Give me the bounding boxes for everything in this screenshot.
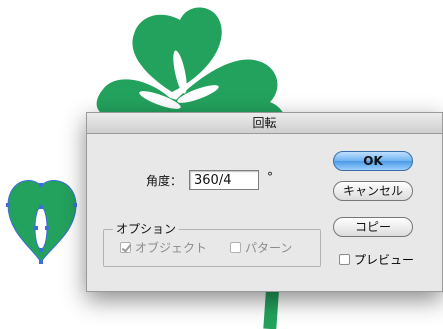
angle-label: 角度： [146, 174, 183, 188]
pattern-checkbox[interactable]: パターン [230, 239, 292, 256]
object-checkbox-box[interactable] [120, 242, 131, 253]
ok-button[interactable]: OK [333, 151, 413, 171]
preview-checkbox-label: プレビュー [354, 253, 415, 267]
selected-leaf-object[interactable] [6, 179, 77, 264]
degree-symbol: ° [267, 170, 273, 184]
rotate-dialog: 回転 角度： ° オプション オブジェクト パターン OK キャンセル コピー … [86, 112, 443, 292]
preview-checkbox-box[interactable] [339, 254, 350, 265]
preview-checkbox[interactable]: プレビュー [339, 251, 414, 268]
pattern-checkbox-label: パターン [245, 241, 293, 255]
angle-input[interactable] [189, 170, 259, 190]
pattern-checkbox-box[interactable] [230, 242, 241, 253]
dialog-title: 回転 [87, 113, 442, 134]
copy-button[interactable]: コピー [333, 217, 413, 237]
cancel-button[interactable]: キャンセル [333, 181, 413, 201]
object-checkbox[interactable]: オブジェクト [120, 239, 207, 256]
options-group-label: オプション [113, 220, 180, 237]
object-checkbox-label: オブジェクト [135, 241, 208, 255]
